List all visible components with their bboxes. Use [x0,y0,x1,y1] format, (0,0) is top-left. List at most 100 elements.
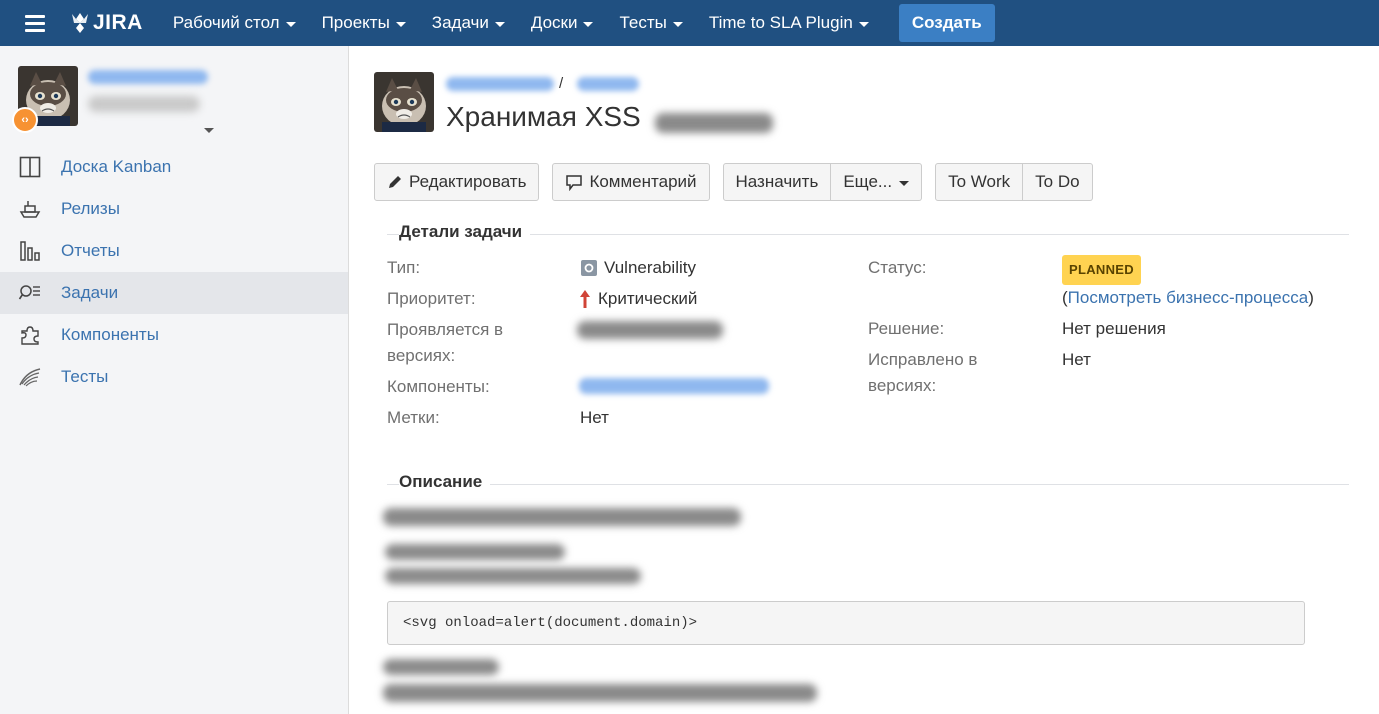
section-divider [387,234,1349,235]
nav-projects[interactable]: Проекты [309,0,419,46]
sidebar-item-label: Отчеты [61,241,120,260]
breadcrumb-separator: / [559,75,564,92]
comment-button[interactable]: Комментарий [552,163,710,201]
chevron-down-icon [672,21,683,27]
description-text-redacted [383,684,817,702]
nav-label: Рабочий стол [172,13,280,32]
board-icon [18,155,42,179]
chevron-down-icon [285,21,296,27]
chevron-down-icon [395,21,406,27]
sidebar-item-releases[interactable]: Релизы [0,188,348,230]
status-label: Статус: [868,258,927,277]
resolution-label: Решение: [868,319,945,338]
nav-label: Проекты [321,13,390,32]
sidebar-item-components[interactable]: Компоненты [0,314,348,356]
fix-versions-value: Нет [1062,350,1091,369]
pencil-icon [387,174,403,190]
chevron-down-icon [858,21,869,27]
actions-button-group: Назначить Еще... [722,163,923,201]
affects-versions-label: Проявляется в версиях: [387,320,504,365]
top-navigation-bar: JIRA Рабочий стол Проекты Задачи Доски Т… [0,0,1379,46]
more-button[interactable]: Еще... [831,163,923,201]
project-name-redacted[interactable] [88,70,208,84]
to-work-button[interactable]: To Work [935,163,1024,201]
chevron-down-icon [583,21,594,27]
sidebar-item-label: Задачи [61,283,119,302]
components-redacted[interactable] [579,378,769,394]
chevron-down-icon [494,21,505,27]
project-type-badge: ‹› [12,107,38,133]
issue-toolbar: Редактировать Комментарий Назначить Еще.… [374,163,1106,201]
sidebar-item-label: Релизы [61,199,120,218]
sidebar-item-kanban[interactable]: Доска Kanban [0,146,348,188]
status-value: PLANNED [1062,255,1141,285]
section-divider [387,484,1349,485]
workflow-button-group: To Work To Do [935,163,1093,201]
issue-title[interactable]: Хранимая XSS [446,101,641,133]
labels-value: Нет [580,408,609,427]
edit-button[interactable]: Редактировать [374,163,540,201]
description-text-redacted [383,508,741,526]
type-value-text: Vulnerability [604,258,696,277]
nav-label: Задачи [431,13,489,32]
breadcrumb-issue-key-redacted[interactable] [577,77,639,91]
nav-dashboard[interactable]: Рабочий стол [160,0,309,46]
sidebar-item-label: Компоненты [61,325,159,344]
chevron-down-icon[interactable] [204,128,214,133]
chart-icon [18,239,42,263]
description-text-redacted [385,544,565,560]
code-text: <svg onload=alert(document.domain)> [403,615,698,631]
description-heading[interactable]: Описание [399,472,491,492]
comment-button-label: Комментарий [589,172,697,191]
labels-label: Метки: [387,408,440,427]
description-text-redacted [385,568,641,584]
description-text-redacted [383,659,499,675]
breadcrumb-project-redacted[interactable] [446,77,554,91]
project-sidebar: ‹› Доска Kanban Релизы Отчеты Задачи Ком… [0,46,349,714]
type-label: Тип: [387,258,421,277]
nav-boards[interactable]: Доски [518,0,607,46]
components-label: Компоненты: [387,377,490,396]
sidebar-item-reports[interactable]: Отчеты [0,230,348,272]
priority-value-text: Критический [598,289,698,308]
project-avatar[interactable] [374,72,434,132]
priority-value: Критический [578,286,697,312]
paren-close: ) [1308,288,1314,307]
sidebar-item-label: Доска Kanban [61,157,172,176]
create-button[interactable]: Создать [898,4,995,42]
nav-tests[interactable]: Тесты [606,0,695,46]
ship-icon [18,197,42,221]
issue-title-redacted [655,113,773,133]
project-category-redacted[interactable] [88,96,200,112]
sidebar-nav: Доска Kanban Релизы Отчеты Задачи Компон… [0,146,348,398]
sidebar-item-issues[interactable]: Задачи [0,272,348,314]
nav-sla-plugin[interactable]: Time to SLA Plugin [696,0,882,46]
status-badge: PLANNED [1062,255,1141,285]
chevron-down-icon [899,180,910,186]
more-button-label: Еще... [843,172,893,191]
comment-icon [565,173,583,191]
type-value: Vulnerability [580,255,696,281]
affects-versions-redacted [577,321,723,339]
to-do-button[interactable]: To Do [1023,163,1093,201]
code-block: <svg onload=alert(document.domain)> [387,601,1305,645]
vulnerability-icon [580,259,598,277]
view-workflow-link[interactable]: Посмотреть бизнесс-процесса [1068,285,1309,311]
issue-view: / Хранимая XSS Редактировать Комментарий… [349,46,1379,714]
workflow-link-row: (Посмотреть бизнесс-процесса) [1062,285,1314,311]
main-nav: Рабочий стол Проекты Задачи Доски Тесты … [160,0,882,46]
details-heading[interactable]: Детали задачи [399,222,531,242]
cat-avatar-image [374,72,434,132]
fix-versions-label: Исправлено в версиях: [868,350,978,395]
jira-logo[interactable]: JIRA [69,0,143,46]
puzzle-icon [18,323,42,347]
nav-issues[interactable]: Задачи [419,0,518,46]
nav-label: Time to SLA Plugin [708,13,853,32]
assign-button[interactable]: Назначить [722,163,832,201]
sidebar-item-tests[interactable]: Тесты [0,356,348,398]
nav-label: Тесты [619,13,667,32]
nav-label: Доски [530,13,578,32]
sidebar-item-label: Тесты [61,367,109,386]
menu-icon[interactable] [0,0,70,46]
jira-logo-icon [72,13,88,33]
